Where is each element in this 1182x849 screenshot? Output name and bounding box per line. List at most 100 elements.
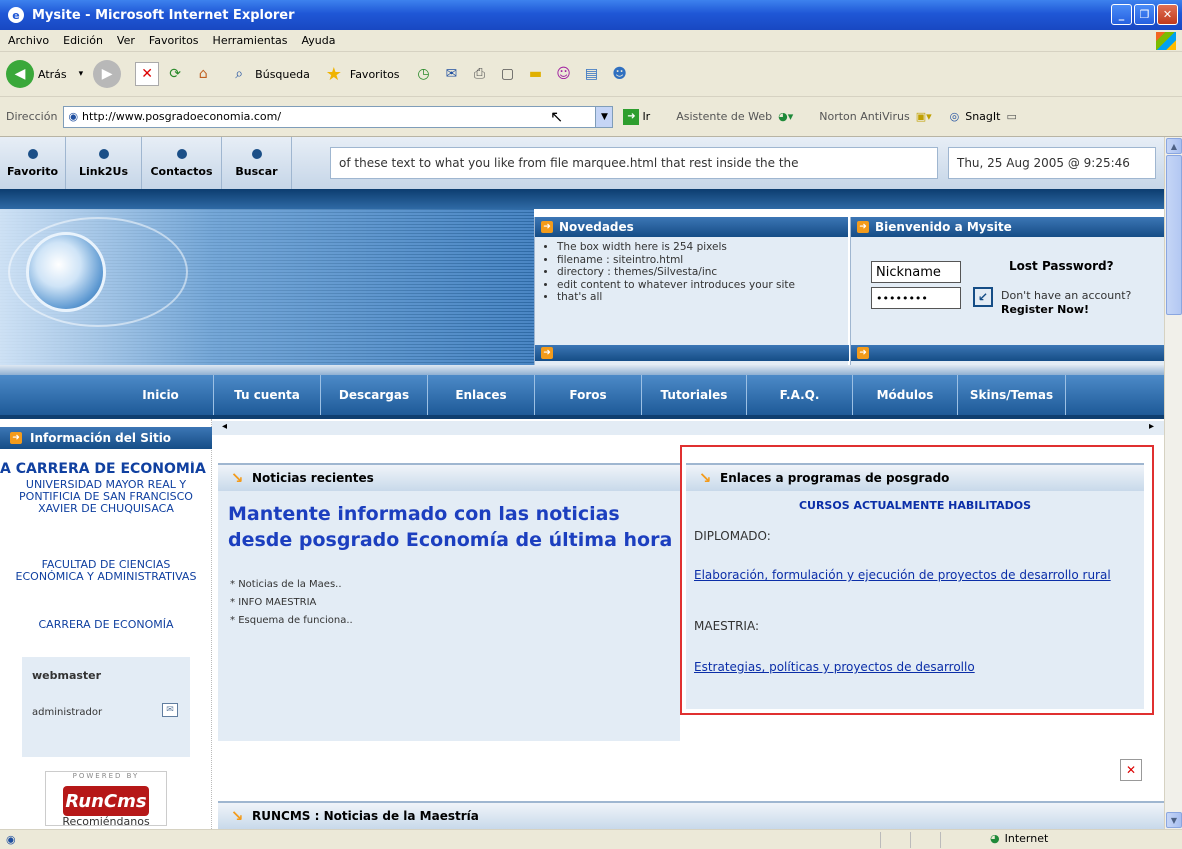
date-time: Thu, 25 Aug 2005 @ 9:25:46 xyxy=(948,147,1156,179)
back-dropdown-icon[interactable]: ▾ xyxy=(79,69,84,79)
menu-archivo[interactable]: Archivo xyxy=(8,34,49,47)
history-icon[interactable]: ◷ xyxy=(412,62,436,86)
menu-edicion[interactable]: Edición xyxy=(63,34,103,47)
refresh-icon[interactable]: ⟳ xyxy=(163,62,187,86)
contacts-icon[interactable]: ☻ xyxy=(608,62,632,86)
home-icon[interactable]: ⌂ xyxy=(191,62,215,86)
minimize-button[interactable]: _ xyxy=(1111,4,1132,25)
page-viewport: Favorito Link2Us Contactos Buscar of the… xyxy=(0,137,1164,829)
runcms-logo: RunCms xyxy=(63,786,149,816)
nav-enlaces[interactable]: Enlaces xyxy=(428,375,535,415)
password-input[interactable]: •••••••• xyxy=(871,287,961,309)
diplomado-link[interactable]: Elaboración, formulación y ejecución de … xyxy=(694,567,1139,584)
scroll-left-icon[interactable]: ◂ xyxy=(222,421,227,432)
snagit-capture-icon[interactable]: ▭ xyxy=(1006,110,1016,123)
news-item[interactable]: * Esquema de funciona.. xyxy=(230,615,353,626)
nav-tu-cuenta[interactable]: Tu cuenta xyxy=(214,375,321,415)
register-link[interactable]: Register Now! xyxy=(1001,303,1089,316)
nav-descargas[interactable]: Descargas xyxy=(321,375,428,415)
globe-icon[interactable]: ◕▾ xyxy=(778,110,793,123)
news-item[interactable]: * INFO MAESTRIA xyxy=(230,597,316,608)
orange-arrow-icon: ↘ xyxy=(230,469,244,487)
lost-password-link[interactable]: Lost Password? xyxy=(1009,259,1114,273)
banner-bottom xyxy=(0,365,1164,375)
menu-ayuda[interactable]: Ayuda xyxy=(301,34,335,47)
login-submit-icon[interactable]: ↙ xyxy=(973,287,993,307)
url-input[interactable]: ◉ http://www.posgradoeconomia.com/ ▼ xyxy=(63,105,614,128)
menu-herramientas[interactable]: Herramientas xyxy=(213,34,288,47)
go-button[interactable]: ➜ Ir xyxy=(623,108,650,125)
novedades-footer: ➜ xyxy=(535,345,849,361)
scroll-up-icon[interactable]: ▲ xyxy=(1166,138,1182,154)
maestria-link[interactable]: Estrategias, políticas y proyectos de de… xyxy=(694,659,1139,676)
note-icon[interactable]: ▬ xyxy=(524,62,548,86)
norton-label[interactable]: Norton AntiVirus xyxy=(819,110,909,123)
nickname-input[interactable]: Nickname xyxy=(871,261,961,283)
career-name: CARRERA DE ECONOMÍA xyxy=(38,618,174,631)
zone-label: Internet xyxy=(1004,832,1049,845)
top-link-favorito[interactable]: Favorito xyxy=(0,137,66,189)
menu-ver[interactable]: Ver xyxy=(117,34,135,47)
novedades-list: The box width here is 254 pixels filenam… xyxy=(535,237,848,308)
info-header: ➜ Información del Sitio xyxy=(0,427,212,449)
nav-skins-temas[interactable]: Skins/Temas xyxy=(958,375,1066,415)
news-item-label: INFO MAESTRIA xyxy=(238,597,317,608)
header-band xyxy=(0,189,1164,209)
university-name: UNIVERSIDAD MAYOR REAL Y PONTIFICIA DE S… xyxy=(19,478,193,515)
top-link-link2us[interactable]: Link2Us xyxy=(66,137,142,189)
title-bar: e Mysite - Microsoft Internet Explorer _… xyxy=(0,0,1182,30)
scroll-right-icon[interactable]: ▸ xyxy=(1149,421,1154,432)
mail-icon[interactable]: ✉ xyxy=(440,62,464,86)
favorites-star-icon[interactable]: ★ xyxy=(322,62,346,86)
forward-arrow-icon[interactable]: ▶ xyxy=(93,60,122,88)
mouse-cursor-icon: ↖ xyxy=(550,107,564,126)
page-icon: ◉ xyxy=(68,110,79,123)
list-item: directory : themes/Silvesta/inc xyxy=(557,266,838,279)
back-arrow-icon[interactable]: ◀ xyxy=(6,60,34,88)
scroll-down-icon[interactable]: ▼ xyxy=(1166,812,1182,828)
novedades-box: ➜ Novedades The box width here is 254 pi… xyxy=(534,217,849,365)
main-nav: Inicio Tu cuenta Descargas Enlaces Foros… xyxy=(0,375,1164,415)
nav-inicio[interactable]: Inicio xyxy=(108,375,214,415)
message-icon[interactable]: ✉ xyxy=(162,703,178,717)
maximize-button[interactable]: ❐ xyxy=(1134,4,1155,25)
window-title: Mysite - Microsoft Internet Explorer xyxy=(32,7,295,23)
vertical-scrollbar[interactable]: ▲ ▼ xyxy=(1164,137,1182,829)
menu-bar: Archivo Edición Ver Favoritos Herramient… xyxy=(0,30,1182,52)
web-assistant[interactable]: Asistente de Web xyxy=(676,110,772,123)
research-icon[interactable]: ▤ xyxy=(580,62,604,86)
news-item-label: Esquema de funciona.. xyxy=(238,615,353,626)
snagit-icon[interactable]: ◎ xyxy=(950,110,960,123)
login-footer: ➜ xyxy=(851,345,1164,361)
norton-icon[interactable]: ▣▾ xyxy=(916,110,932,123)
edit-icon[interactable]: ▢ xyxy=(496,62,520,86)
menu-favoritos[interactable]: Favoritos xyxy=(149,34,199,47)
search-label[interactable]: Búsqueda xyxy=(255,68,310,81)
news-headline: Mantente informado con las noticias desd… xyxy=(228,503,673,551)
arrow-right-icon[interactable]: ➜ xyxy=(857,347,869,359)
url-text: http://www.posgradoeconomia.com/ xyxy=(82,110,282,123)
login-title: Bienvenido a Mysite xyxy=(875,220,1012,234)
messenger-icon[interactable]: ☺ xyxy=(552,62,576,86)
nav-foros[interactable]: Foros xyxy=(535,375,642,415)
favorites-label[interactable]: Favoritos xyxy=(350,68,400,81)
url-dropdown-icon[interactable]: ▼ xyxy=(595,106,613,127)
news-item[interactable]: * Noticias de la Maes.. xyxy=(230,579,342,590)
back-label[interactable]: Atrás xyxy=(38,68,67,81)
top-link-label: Link2Us xyxy=(78,164,129,178)
stop-icon[interactable]: ✕ xyxy=(135,62,160,86)
close-button[interactable]: ✕ xyxy=(1157,4,1178,25)
search-icon[interactable]: ⌕ xyxy=(227,62,251,86)
top-link-contactos[interactable]: Contactos xyxy=(142,137,222,189)
top-link-buscar[interactable]: Buscar xyxy=(222,137,292,189)
print-icon[interactable]: ⎙ xyxy=(468,62,492,86)
snagit-label[interactable]: SnagIt xyxy=(965,110,1000,123)
nav-faq[interactable]: F.A.Q. xyxy=(747,375,853,415)
recommend-link[interactable]: Recomiéndanos xyxy=(0,815,212,828)
nav-tutoriales[interactable]: Tutoriales xyxy=(642,375,747,415)
nav-modulos[interactable]: Módulos xyxy=(853,375,958,415)
windows-logo-icon xyxy=(1156,32,1176,50)
news-item-label: Noticias de la Maes.. xyxy=(238,579,342,590)
arrow-right-icon[interactable]: ➜ xyxy=(541,347,553,359)
scroll-thumb[interactable] xyxy=(1166,155,1182,315)
